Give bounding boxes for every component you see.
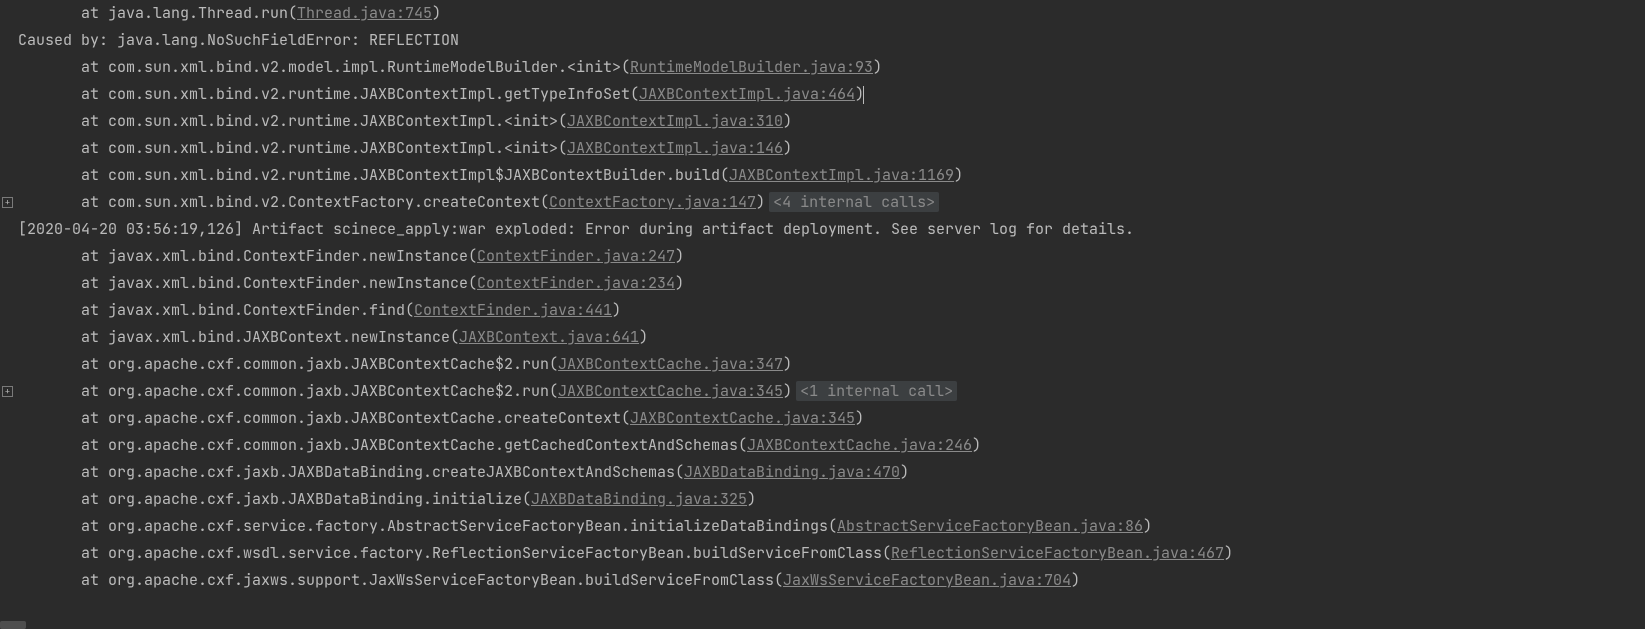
stack-frame-method: org.apache.cxf.common.jaxb.JAXBContextCa… xyxy=(108,408,621,428)
expand-fold-icon[interactable]: + xyxy=(2,197,13,208)
source-link[interactable]: JAXBContextCache.java:345 xyxy=(630,408,855,428)
stack-frame-line: at org.apache.cxf.jaxb.JAXBDataBinding.i… xyxy=(18,486,1645,513)
source-link[interactable]: JAXBContextCache.java:347 xyxy=(558,354,783,374)
log-message-line: [2020-04-20 03:56:19,126] Artifact scine… xyxy=(18,216,1645,243)
stack-frame-method: org.apache.cxf.jaxb.JAXBDataBinding.crea… xyxy=(108,462,675,482)
gutter: ++ xyxy=(0,0,16,594)
source-link[interactable]: ContextFinder.java:247 xyxy=(477,246,675,266)
source-link[interactable]: JAXBContextImpl.java:464 xyxy=(639,84,855,104)
stack-frame-prefix: at xyxy=(18,192,108,212)
stack-frame-prefix: at xyxy=(18,300,108,320)
stack-frame-method: org.apache.cxf.jaxb.JAXBDataBinding.init… xyxy=(108,489,522,509)
stack-frame-prefix: at xyxy=(18,84,108,104)
stack-frame-method: com.sun.xml.bind.v2.runtime.JAXBContextI… xyxy=(108,84,630,104)
expand-fold-icon[interactable]: + xyxy=(2,386,13,397)
stack-frame-prefix: at xyxy=(18,543,108,563)
stack-frame-prefix: at xyxy=(18,381,108,401)
source-link[interactable]: JAXBContextCache.java:345 xyxy=(558,381,783,401)
stack-frame-method: javax.xml.bind.ContextFinder.newInstance xyxy=(108,273,468,293)
stack-frame-prefix: at xyxy=(18,165,108,185)
source-link[interactable]: ContextFinder.java:441 xyxy=(414,300,612,320)
source-link[interactable]: ContextFactory.java:147 xyxy=(549,192,756,212)
source-link[interactable]: JAXBContextCache.java:246 xyxy=(747,435,972,455)
stack-frame-line: at com.sun.xml.bind.v2.ContextFactory.cr… xyxy=(18,189,1645,216)
log-message-line: Caused by: java.lang.NoSuchFieldError: R… xyxy=(18,27,1645,54)
folded-calls-badge[interactable]: <4 internal calls> xyxy=(769,192,939,212)
console-log[interactable]: at java.lang.Thread.run(Thread.java:745)… xyxy=(16,0,1645,594)
stack-frame-line: at org.apache.cxf.service.factory.Abstra… xyxy=(18,513,1645,540)
stack-frame-line: at org.apache.cxf.common.jaxb.JAXBContex… xyxy=(18,351,1645,378)
source-link[interactable]: JAXBContext.java:641 xyxy=(459,327,639,347)
source-link[interactable]: AbstractServiceFactoryBean.java:86 xyxy=(837,516,1143,536)
stack-frame-prefix: at xyxy=(18,570,108,590)
stack-frame-line: at javax.xml.bind.ContextFinder.newInsta… xyxy=(18,243,1645,270)
stack-frame-method: org.apache.cxf.wsdl.service.factory.Refl… xyxy=(108,543,882,563)
stack-frame-prefix: at xyxy=(18,462,108,482)
stack-frame-line: at org.apache.cxf.common.jaxb.JAXBContex… xyxy=(18,432,1645,459)
stack-frame-prefix: at xyxy=(18,246,108,266)
stack-frame-line: at com.sun.xml.bind.v2.runtime.JAXBConte… xyxy=(18,81,1645,108)
stack-frame-method: org.apache.cxf.common.jaxb.JAXBContextCa… xyxy=(108,381,549,401)
stack-frame-method: java.lang.Thread.run xyxy=(108,3,288,23)
stack-frame-line: at javax.xml.bind.ContextFinder.find(Con… xyxy=(18,297,1645,324)
stack-frame-prefix: at xyxy=(18,3,108,23)
horizontal-scrollbar-thumb[interactable] xyxy=(0,621,26,629)
log-message-text: Caused by: java.lang.NoSuchFieldError: R… xyxy=(18,30,459,50)
stack-frame-line: at com.sun.xml.bind.v2.runtime.JAXBConte… xyxy=(18,108,1645,135)
source-link[interactable]: RuntimeModelBuilder.java:93 xyxy=(630,57,873,77)
stack-frame-line: at org.apache.cxf.jaxws.support.JaxWsSer… xyxy=(18,567,1645,594)
stack-frame-method: org.apache.cxf.service.factory.AbstractS… xyxy=(108,516,828,536)
log-message-text: [2020-04-20 03:56:19,126] Artifact scine… xyxy=(18,219,1134,239)
stack-frame-prefix: at xyxy=(18,435,108,455)
stack-frame-prefix: at xyxy=(18,327,108,347)
stack-frame-method: com.sun.xml.bind.v2.runtime.JAXBContextI… xyxy=(108,111,558,131)
stack-frame-line: at org.apache.cxf.jaxb.JAXBDataBinding.c… xyxy=(18,459,1645,486)
source-link[interactable]: ContextFinder.java:234 xyxy=(477,273,675,293)
source-link[interactable]: JAXBContextImpl.java:310 xyxy=(567,111,783,131)
stack-frame-line: at org.apache.cxf.wsdl.service.factory.R… xyxy=(18,540,1645,567)
stack-frame-method: javax.xml.bind.ContextFinder.find xyxy=(108,300,405,320)
stack-frame-prefix: at xyxy=(18,138,108,158)
stack-frame-method: com.sun.xml.bind.v2.model.impl.RuntimeMo… xyxy=(108,57,621,77)
stack-frame-method: javax.xml.bind.ContextFinder.newInstance xyxy=(108,246,468,266)
stack-frame-method: com.sun.xml.bind.v2.runtime.JAXBContextI… xyxy=(108,165,720,185)
stack-frame-line: at javax.xml.bind.JAXBContext.newInstanc… xyxy=(18,324,1645,351)
stack-frame-method: javax.xml.bind.JAXBContext.newInstance xyxy=(108,327,450,347)
stack-frame-prefix: at xyxy=(18,273,108,293)
console-viewport: ++ at java.lang.Thread.run(Thread.java:7… xyxy=(0,0,1645,594)
stack-frame-method: org.apache.cxf.common.jaxb.JAXBContextCa… xyxy=(108,354,549,374)
source-link[interactable]: JAXBContextImpl.java:1169 xyxy=(729,165,954,185)
stack-frame-line: at java.lang.Thread.run(Thread.java:745) xyxy=(18,0,1645,27)
stack-frame-line: at com.sun.xml.bind.v2.runtime.JAXBConte… xyxy=(18,162,1645,189)
stack-frame-line: at org.apache.cxf.common.jaxb.JAXBContex… xyxy=(18,405,1645,432)
source-link[interactable]: JAXBContextImpl.java:146 xyxy=(567,138,783,158)
stack-frame-method: com.sun.xml.bind.v2.runtime.JAXBContextI… xyxy=(108,138,558,158)
source-link[interactable]: JAXBDataBinding.java:325 xyxy=(531,489,747,509)
folded-calls-badge[interactable]: <1 internal call> xyxy=(796,381,957,401)
source-link[interactable]: JAXBDataBinding.java:470 xyxy=(684,462,900,482)
stack-frame-line: at com.sun.xml.bind.v2.runtime.JAXBConte… xyxy=(18,135,1645,162)
stack-frame-prefix: at xyxy=(18,516,108,536)
stack-frame-line: at com.sun.xml.bind.v2.model.impl.Runtim… xyxy=(18,54,1645,81)
stack-frame-prefix: at xyxy=(18,408,108,428)
stack-frame-prefix: at xyxy=(18,57,108,77)
stack-frame-prefix: at xyxy=(18,354,108,374)
source-link[interactable]: Thread.java:745 xyxy=(297,3,432,23)
stack-frame-line: at javax.xml.bind.ContextFinder.newInsta… xyxy=(18,270,1645,297)
stack-frame-method: org.apache.cxf.common.jaxb.JAXBContextCa… xyxy=(108,435,738,455)
source-link[interactable]: ReflectionServiceFactoryBean.java:467 xyxy=(891,543,1224,563)
source-link[interactable]: JaxWsServiceFactoryBean.java:704 xyxy=(783,570,1071,590)
stack-frame-method: org.apache.cxf.jaxws.support.JaxWsServic… xyxy=(108,570,774,590)
text-caret xyxy=(863,86,864,104)
stack-frame-prefix: at xyxy=(18,489,108,509)
stack-frame-line: at org.apache.cxf.common.jaxb.JAXBContex… xyxy=(18,378,1645,405)
stack-frame-method: com.sun.xml.bind.v2.ContextFactory.creat… xyxy=(108,192,540,212)
stack-frame-prefix: at xyxy=(18,111,108,131)
